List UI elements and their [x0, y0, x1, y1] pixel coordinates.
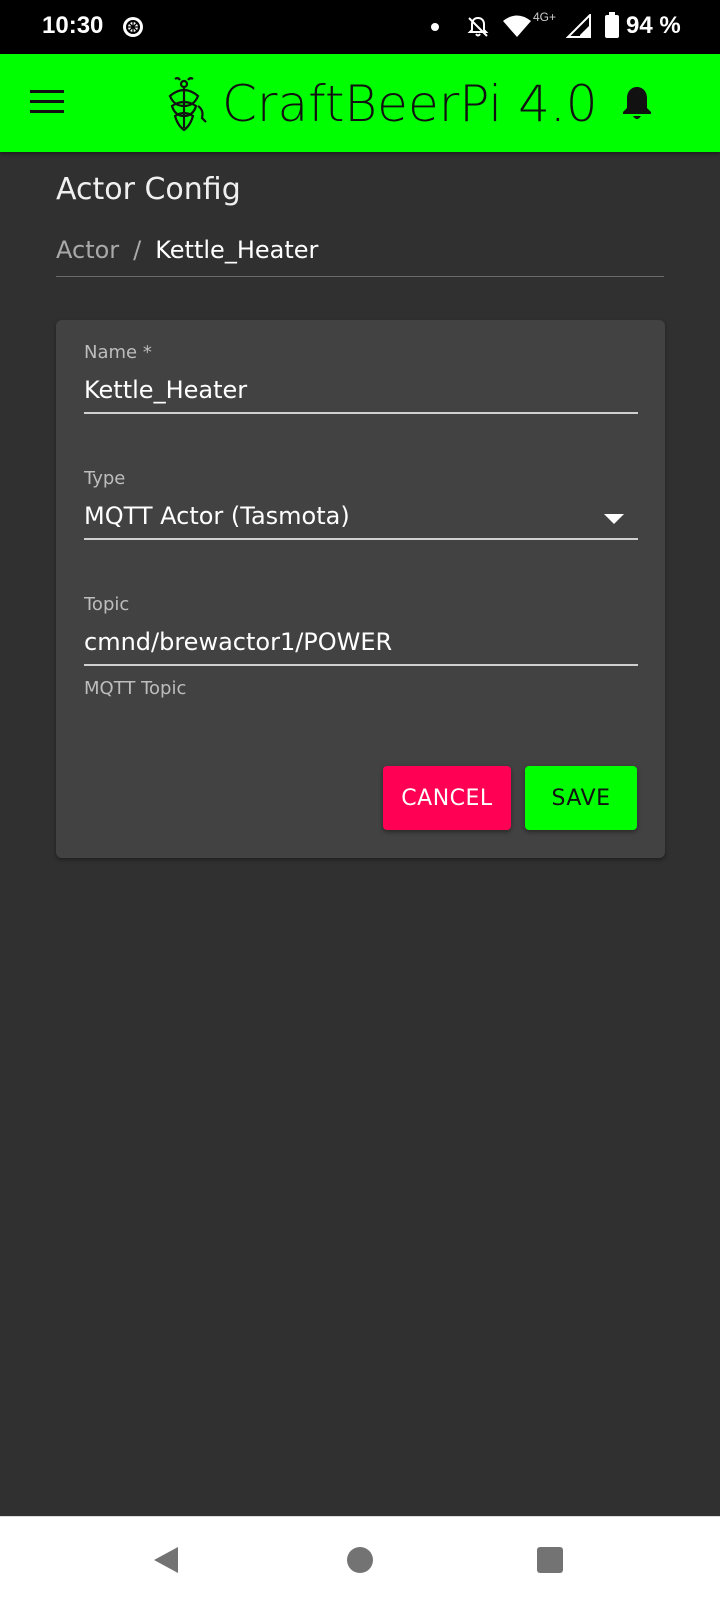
chevron-down-icon — [604, 514, 624, 524]
status-bar: 10:30 4G+ 94 % — [0, 0, 720, 54]
page-title: Actor Config — [56, 172, 241, 207]
mute-icon — [467, 16, 489, 37]
bell-icon[interactable] — [620, 84, 654, 122]
topic-helper-text: MQTT Topic — [84, 678, 187, 699]
network-type: 4G+ — [533, 10, 557, 24]
save-button[interactable]: SAVE — [525, 766, 637, 830]
breadcrumb: Actor / Kettle_Heater — [56, 236, 664, 277]
name-label: Name * — [84, 342, 152, 363]
topic-input[interactable]: cmnd/brewactor1/POWER — [84, 620, 638, 666]
topic-label: Topic — [84, 594, 130, 615]
app-bar: CraftBeerPi 4.0 — [0, 54, 720, 152]
topic-field: Topic cmnd/brewactor1/POWER MQTT Topic — [84, 594, 638, 699]
brand: CraftBeerPi 4.0 — [160, 76, 598, 132]
signal-icon — [566, 14, 591, 38]
recents-square-icon[interactable] — [537, 1547, 563, 1573]
battery-icon — [605, 12, 619, 38]
cancel-button[interactable]: CANCEL — [383, 766, 511, 830]
app-notification-icon — [123, 17, 143, 37]
type-label: Type — [84, 468, 126, 489]
breadcrumb-separator: / — [133, 236, 142, 264]
battery-percent: 94 % — [626, 12, 681, 39]
hop-icon — [168, 77, 207, 132]
type-select[interactable]: MQTT Actor (Tasmota) — [84, 494, 638, 540]
home-circle-icon[interactable] — [347, 1547, 373, 1573]
menu-icon[interactable] — [30, 90, 64, 116]
wifi-icon — [503, 15, 531, 37]
app-title: CraftBeerPi 4.0 — [222, 75, 598, 133]
back-triangle-icon[interactable] — [152, 1545, 180, 1575]
status-time: 10:30 — [42, 12, 104, 39]
breadcrumb-root-link[interactable]: Actor — [56, 236, 119, 264]
notification-dot-icon — [431, 23, 439, 31]
type-selected-value: MQTT Actor (Tasmota) — [84, 502, 350, 530]
name-field: Name * Kettle_Heater — [84, 342, 638, 414]
breadcrumb-current: Kettle_Heater — [155, 236, 319, 264]
system-nav-bar — [0, 1516, 720, 1601]
name-input[interactable]: Kettle_Heater — [84, 368, 638, 414]
type-field: Type MQTT Actor (Tasmota) — [84, 468, 638, 540]
actor-config-card: Name * Kettle_Heater Type MQTT Actor (Ta… — [56, 320, 665, 858]
